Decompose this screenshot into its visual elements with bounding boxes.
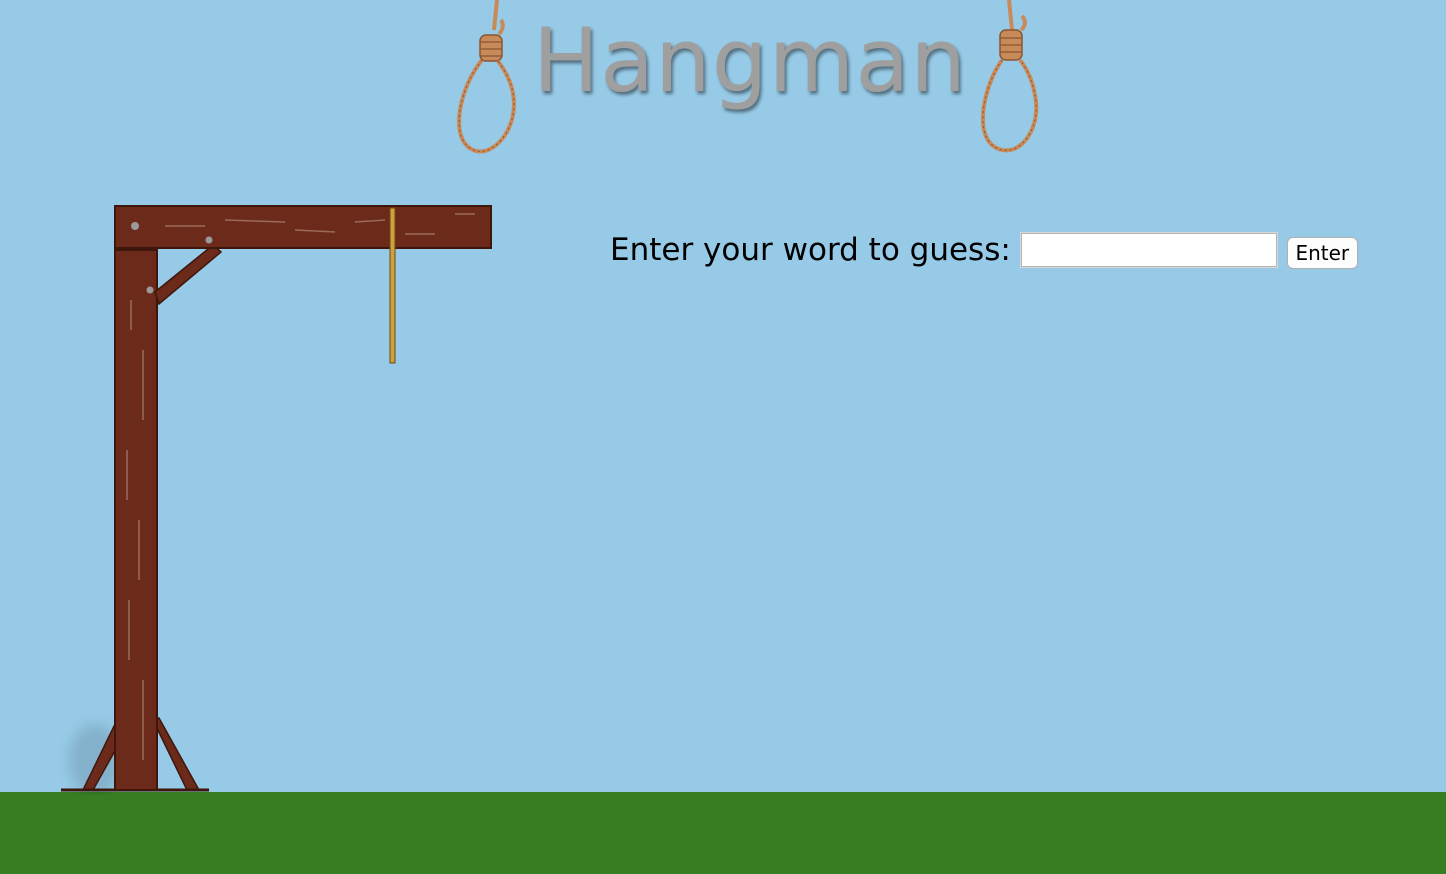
page-title: Hangman <box>532 9 968 112</box>
word-prompt-label: Enter your word to guess: <box>610 232 1011 268</box>
gallows-icon <box>61 205 492 795</box>
enter-button[interactable]: Enter <box>1286 237 1358 269</box>
noose-icon <box>981 0 1039 153</box>
ground <box>0 792 1446 874</box>
noose-icon <box>457 0 517 154</box>
guess-form: Enter your word to guess: Enter <box>610 226 1358 274</box>
word-input[interactable] <box>1020 233 1277 267</box>
